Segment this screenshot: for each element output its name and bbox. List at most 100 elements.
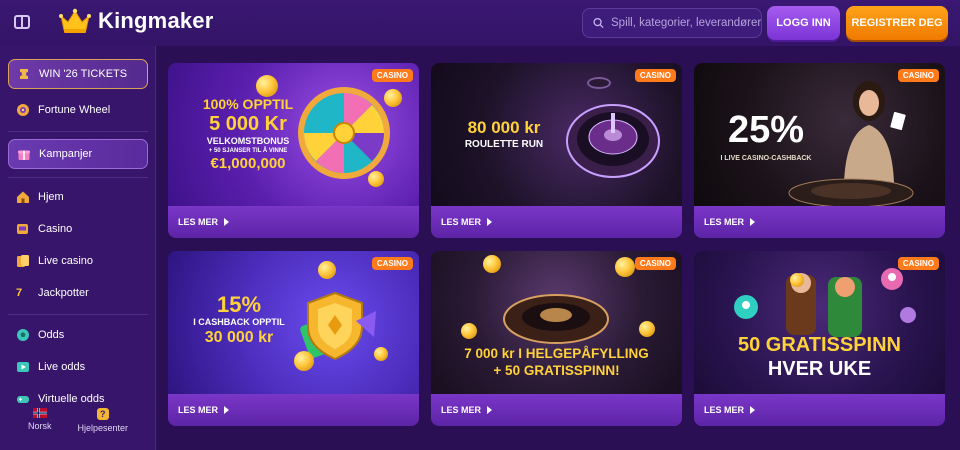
sidebar-item-label: Live casino xyxy=(38,255,94,267)
search-icon xyxy=(593,17,604,29)
sidebar: WIN '26 TICKETS Fortune Wheel Kampanjer … xyxy=(0,46,156,450)
roulette-table-image xyxy=(788,178,914,206)
promo-line-2: I CASHBACK OPPTIL xyxy=(193,317,285,328)
play-arrow-icon xyxy=(487,406,493,414)
play-icon xyxy=(17,362,29,372)
read-more-bar[interactable]: LES MER xyxy=(168,206,419,238)
flag-icon xyxy=(32,408,47,418)
promo-line-2: I LIVE CASINO-CASHBACK xyxy=(720,154,812,162)
promo-line-1: 7 000 kr I HELGEPÅFYLLING xyxy=(464,346,649,361)
ball-icon xyxy=(17,329,29,341)
chip-stack-image xyxy=(587,77,611,89)
play-arrow-icon xyxy=(224,406,230,414)
coin-image xyxy=(483,255,501,273)
promo-card-free-spins[interactable]: 50 GRATISSPINN HVER UKE CASINO LES MER xyxy=(694,251,945,426)
promo-line-1: 100% OPPTIL xyxy=(202,96,294,112)
sidebar-item-label: Jackpotter xyxy=(38,287,89,299)
promo-banner: 50 GRATISSPINN HVER UKE CASINO xyxy=(694,251,945,394)
read-more-label: LES MER xyxy=(178,217,219,227)
promo-line-1: 80 000 kr xyxy=(467,118,541,137)
gamepad-icon xyxy=(17,396,29,403)
read-more-label: LES MER xyxy=(704,405,745,415)
sidebar-item-label: WIN '26 TICKETS xyxy=(39,68,128,80)
promo-line-2: + 50 GRATISSPINN! xyxy=(493,363,620,379)
sidebar-divider xyxy=(8,131,148,132)
sidebar-item-label: Fortune Wheel xyxy=(38,104,111,116)
read-more-bar[interactable]: LES MER xyxy=(694,394,945,426)
sidebar-toggle-icon[interactable] xyxy=(14,15,30,29)
fortune-wheel-image xyxy=(298,87,390,179)
promo-line-5: €1,000,000 xyxy=(210,155,286,173)
roulette-wheel-image xyxy=(566,104,660,178)
promo-headline: 50 GRATISSPINN HVER UKE xyxy=(704,335,935,380)
promo-banner: 100% OPPTIL 5 000 Kr VELKOMSTBONUS + 50 … xyxy=(168,63,419,206)
promo-line-1: 25% xyxy=(727,109,805,151)
promotions-grid: 100% OPPTIL 5 000 Kr VELKOMSTBONUS + 50 … xyxy=(157,46,960,450)
sidebar-item-live-odds[interactable]: Live odds xyxy=(8,354,148,380)
language-selector[interactable]: Norsk xyxy=(28,408,52,450)
promo-headline: 100% OPPTIL 5 000 Kr VELKOMSTBONUS + 50 … xyxy=(188,97,308,172)
coin-image xyxy=(639,321,655,337)
read-more-label: LES MER xyxy=(441,217,482,227)
category-badge: CASINO xyxy=(897,257,939,270)
read-more-bar[interactable]: LES MER xyxy=(694,206,945,238)
coin-image xyxy=(368,171,384,187)
wheel-icon xyxy=(17,104,29,116)
play-arrow-icon xyxy=(750,218,756,226)
brand-logo[interactable]: Kingmaker xyxy=(58,8,214,34)
promo-banner: 7 000 kr I HELGEPÅFYLLING + 50 GRATISSPI… xyxy=(431,251,682,394)
help-icon: ? xyxy=(96,408,109,420)
sidebar-item-fortune-wheel[interactable]: Fortune Wheel xyxy=(8,97,148,123)
promo-card-weekend-reload[interactable]: 7 000 kr I HELGEPÅFYLLING + 50 GRATISSPI… xyxy=(431,251,682,426)
promo-line-1: 15% xyxy=(216,292,262,317)
read-more-label: LES MER xyxy=(178,405,219,415)
crown-icon xyxy=(59,8,91,33)
sidebar-item-label: Casino xyxy=(38,223,73,235)
read-more-bar[interactable]: LES MER xyxy=(431,206,682,238)
promo-line-2: 5 000 Kr xyxy=(209,112,287,135)
coin-image xyxy=(615,257,635,277)
read-more-bar[interactable]: LES MER xyxy=(168,394,419,426)
register-button[interactable]: REGISTRER DEG xyxy=(846,6,948,40)
sidebar-item-casino[interactable]: Casino xyxy=(8,216,148,242)
help-label: Hjelpesenter xyxy=(77,423,129,433)
help-center-link[interactable]: ? Hjelpesenter xyxy=(77,408,129,450)
coin-image xyxy=(790,273,804,287)
sidebar-item-label: Hjem xyxy=(38,191,64,203)
sidebar-divider xyxy=(8,314,148,315)
sidebar-item-hjem[interactable]: Hjem xyxy=(8,184,148,210)
gift-icon xyxy=(18,150,30,160)
sidebar-item-jackpotter[interactable]: 7 Jackpotter xyxy=(8,280,148,306)
promo-card-welcome-bonus[interactable]: 100% OPPTIL 5 000 Kr VELKOMSTBONUS + 50 … xyxy=(168,63,419,238)
sidebar-item-label: Live odds xyxy=(38,361,86,373)
sidebar-item-win-tickets[interactable]: WIN '26 TICKETS xyxy=(8,59,148,89)
sidebar-item-odds[interactable]: Odds xyxy=(8,322,148,348)
login-button[interactable]: LOGG INN xyxy=(767,6,840,40)
coin-image xyxy=(374,347,388,361)
sidebar-item-kampanjer[interactable]: Kampanjer xyxy=(8,139,148,169)
category-badge: CASINO xyxy=(634,69,676,82)
category-badge: CASINO xyxy=(371,69,413,82)
coin-image xyxy=(256,75,278,97)
roulette-wheel-image xyxy=(503,294,609,344)
promo-headline: 80 000 kr ROULETTE RUN xyxy=(449,119,559,150)
promo-card-live-cashback[interactable]: 25% I LIVE CASINO-CASHBACK CASINO LES ME… xyxy=(694,63,945,238)
category-badge: CASINO xyxy=(634,257,676,270)
read-more-label: LES MER xyxy=(441,405,482,415)
read-more-label: LES MER xyxy=(704,217,745,227)
promo-card-roulette-run[interactable]: 80 000 kr ROULETTE RUN CASINO LES MER xyxy=(431,63,682,238)
cards-icon xyxy=(17,255,29,267)
play-arrow-icon xyxy=(224,218,230,226)
read-more-bar[interactable]: LES MER xyxy=(431,394,682,426)
sidebar-divider xyxy=(8,177,148,178)
sidebar-item-label: Virtuelle odds xyxy=(38,393,105,405)
search-box[interactable] xyxy=(582,8,762,38)
sidebar-item-live-casino[interactable]: Live casino xyxy=(8,248,148,274)
promo-line-2: ROULETTE RUN xyxy=(464,138,544,150)
brand-name: Kingmaker xyxy=(98,8,214,33)
slot-icon xyxy=(17,224,28,234)
search-input[interactable] xyxy=(611,17,761,29)
coin-image xyxy=(461,323,477,339)
play-arrow-icon xyxy=(487,218,493,226)
promo-card-cashback[interactable]: 15% I CASHBACK OPPTIL 30 000 kr CASINO L… xyxy=(168,251,419,426)
